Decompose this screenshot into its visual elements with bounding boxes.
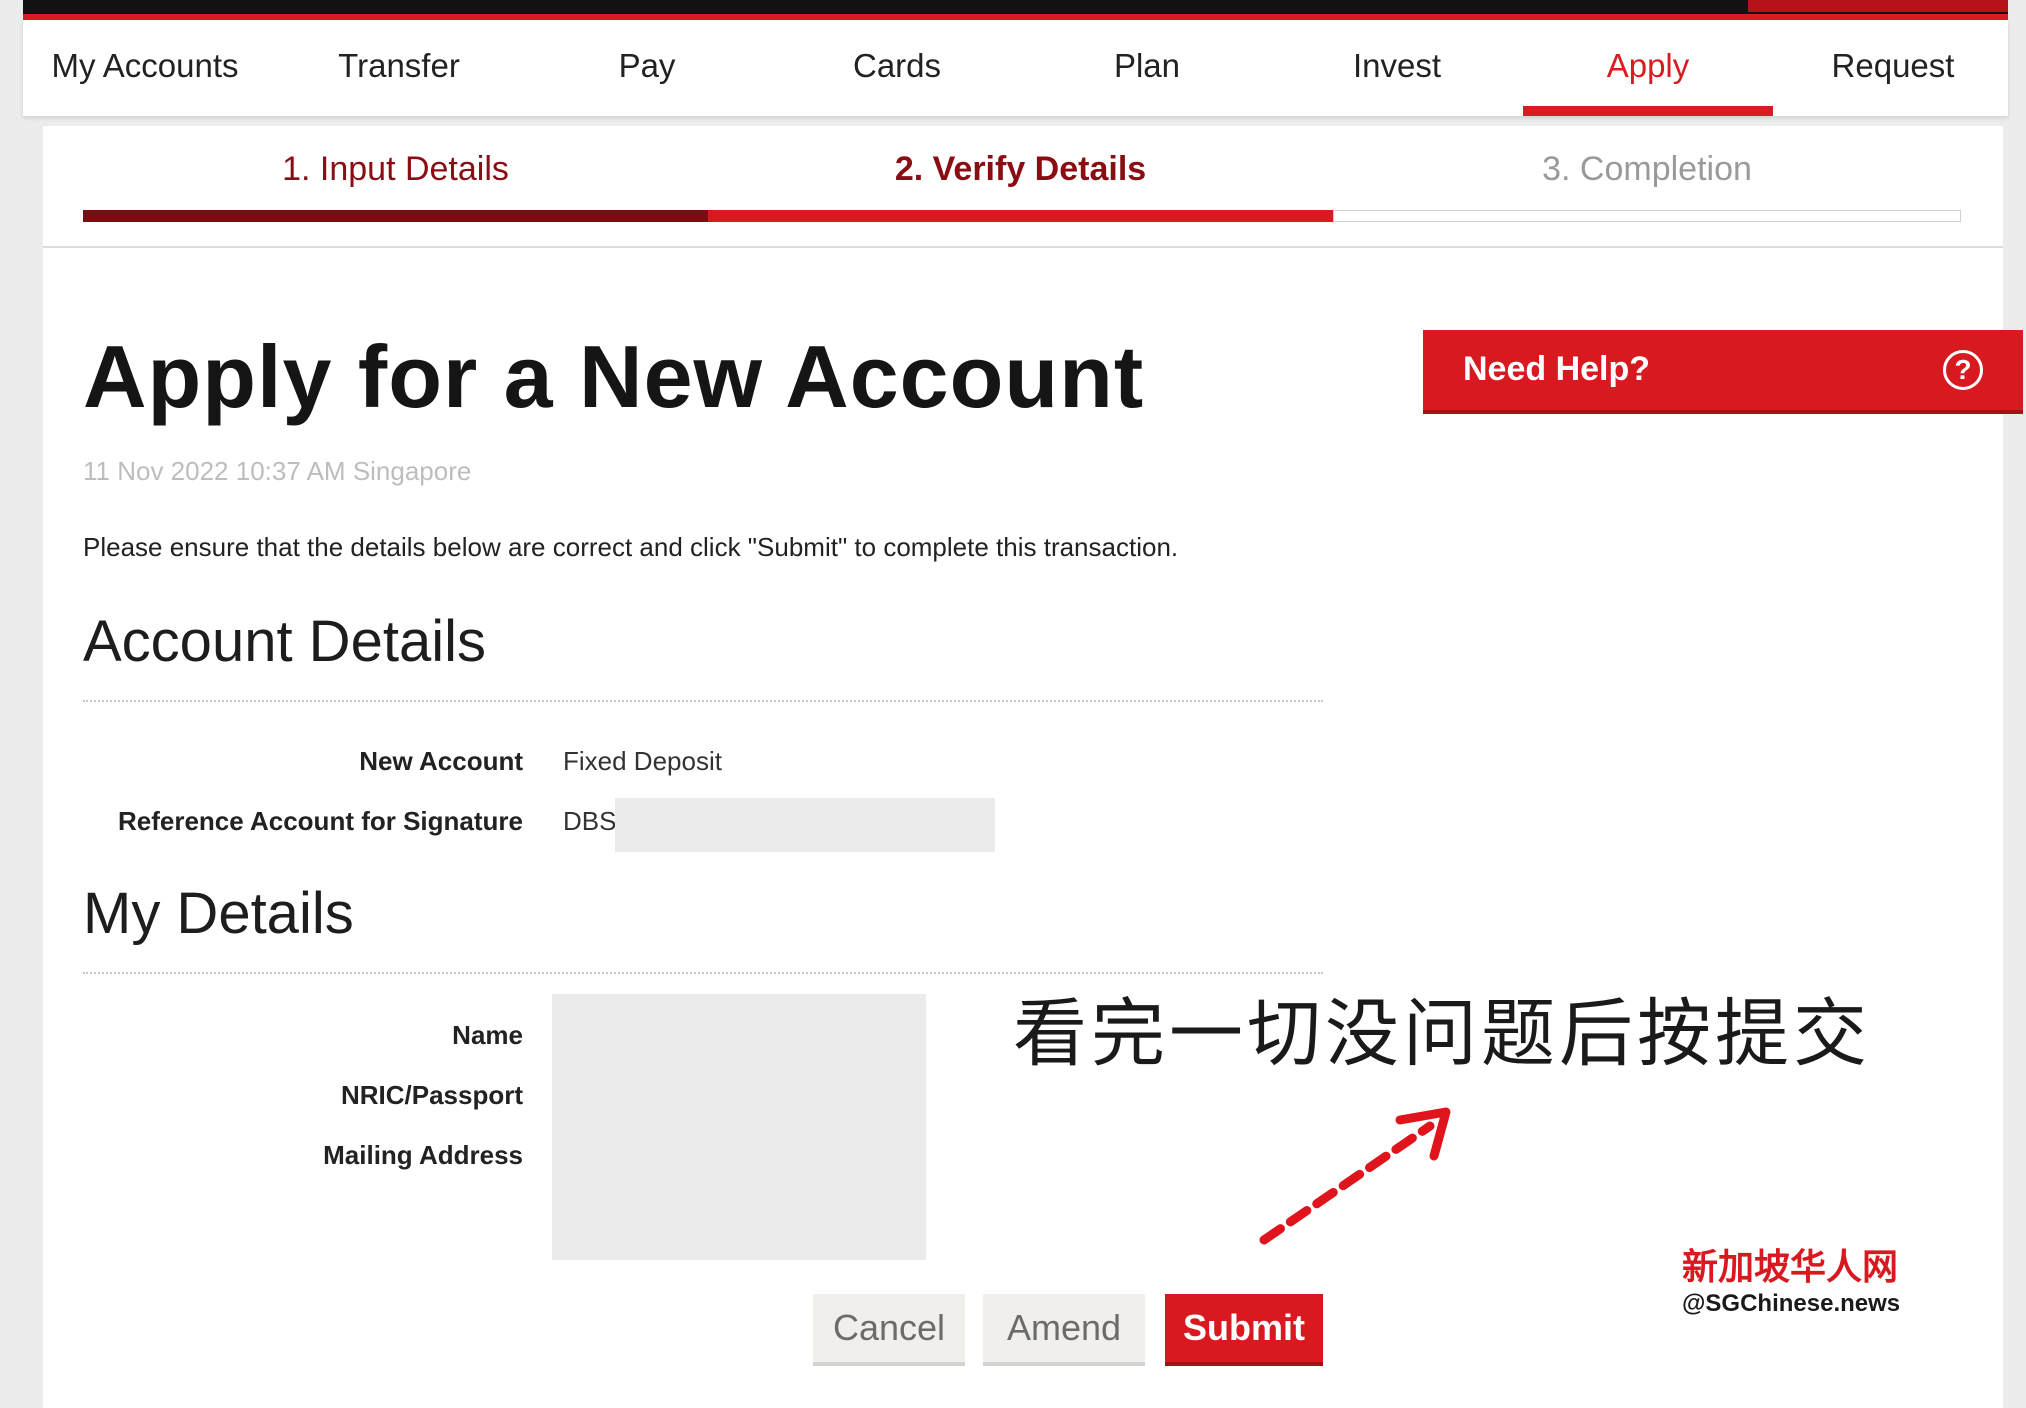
- main-navigation: My Accounts Transfer Pay Cards Plan Inve…: [23, 20, 2008, 116]
- redacted-personal-details: [552, 994, 926, 1260]
- mailing-address-label: Mailing Address: [323, 1140, 523, 1170]
- new-account-label: New Account: [359, 746, 523, 776]
- account-details-divider: [83, 700, 1323, 702]
- timestamp: 11 Nov 2022 10:37 AM Singapore: [83, 456, 472, 486]
- new-account-value: Fixed Deposit: [563, 746, 722, 776]
- nav-item-request[interactable]: Request: [1793, 20, 1993, 116]
- need-help-label: Need Help?: [1463, 350, 1651, 388]
- question-circle-icon: ?: [1943, 350, 1983, 390]
- amend-button[interactable]: Amend: [983, 1294, 1145, 1366]
- my-details-heading: My Details: [83, 881, 354, 946]
- step-completion: 3. Completion: [1542, 150, 1752, 188]
- reference-account-label: Reference Account for Signature: [117, 806, 523, 836]
- top-bar-accent: [1748, 0, 2008, 12]
- nric-passport-label: NRIC/Passport: [340, 1080, 523, 1110]
- reference-account-value: DBS: [563, 806, 617, 836]
- step-bar-current: [708, 210, 1333, 222]
- nav-item-plan[interactable]: Plan: [1047, 20, 1247, 116]
- step-verify-details: 2. Verify Details: [894, 150, 1147, 188]
- instruction-text: Please ensure that the details below are…: [83, 532, 1179, 562]
- nav-item-transfer[interactable]: Transfer: [299, 20, 499, 116]
- need-help-button[interactable]: Need Help? ?: [1423, 330, 2023, 414]
- active-nav-underline: [1523, 106, 1773, 116]
- nav-item-my-accounts[interactable]: My Accounts: [45, 20, 245, 116]
- nav-item-cards[interactable]: Cards: [797, 20, 997, 116]
- annotation-arrow-icon: [1259, 1107, 1451, 1245]
- nav-item-apply[interactable]: Apply: [1523, 20, 1773, 116]
- cancel-button[interactable]: Cancel: [813, 1294, 965, 1366]
- step-bar-pending: [1333, 210, 1961, 222]
- watermark-handle: @SGChinese.news: [1682, 1290, 1901, 1317]
- watermark-chinese: 新加坡华人网: [1682, 1247, 1899, 1288]
- redacted-account-number: [615, 798, 995, 852]
- nav-item-pay[interactable]: Pay: [547, 20, 747, 116]
- page-title: Apply for a New Account: [83, 327, 1145, 426]
- nav-item-invest[interactable]: Invest: [1297, 20, 1497, 116]
- nav-item-apply-label: Apply: [1606, 47, 1690, 84]
- main-panel: 1. Input Details 2. Verify Details 3. Co…: [43, 126, 2023, 1408]
- submit-button[interactable]: Submit: [1165, 1294, 1323, 1366]
- step-input-details: 1. Input Details: [282, 150, 509, 188]
- handwritten-annotation: 看完一切没问题后按提交: [1013, 991, 1871, 1077]
- progress-steps: 1. Input Details 2. Verify Details 3. Co…: [43, 126, 2003, 248]
- step-bar-done: [83, 210, 708, 222]
- name-label: Name: [452, 1020, 523, 1050]
- account-details-heading: Account Details: [83, 609, 486, 674]
- top-bar: [23, 0, 2008, 20]
